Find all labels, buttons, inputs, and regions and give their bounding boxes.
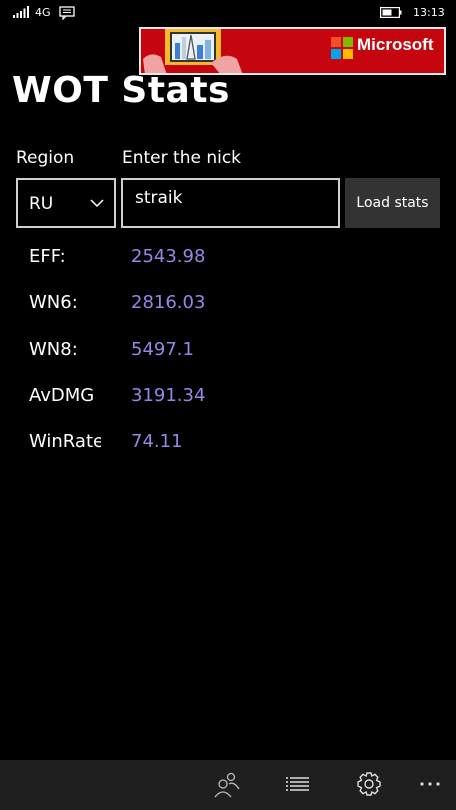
gear-icon[interactable] bbox=[354, 769, 384, 799]
ad-brand-text: Microsoft bbox=[357, 35, 434, 54]
stat-value: 2543.98 bbox=[131, 246, 206, 267]
nick-input[interactable]: straik bbox=[121, 178, 340, 228]
app-bar bbox=[0, 760, 456, 810]
microsoft-logo-icon bbox=[331, 37, 353, 59]
status-bar: 4G 13:13 bbox=[0, 0, 456, 28]
ad-illustration bbox=[143, 29, 243, 73]
nick-label: Enter the nick bbox=[122, 148, 242, 168]
region-selected-value: RU bbox=[29, 194, 54, 214]
users-icon[interactable] bbox=[212, 769, 242, 799]
region-select[interactable]: RU bbox=[16, 178, 116, 228]
nick-input-value: straik bbox=[135, 188, 183, 208]
ad-banner[interactable]: Microsoft bbox=[139, 27, 446, 75]
page-title: WOT Stats bbox=[12, 70, 230, 111]
stat-label: WN8: bbox=[29, 339, 78, 360]
stat-label: EFF: bbox=[29, 246, 66, 267]
stat-value: 5497.1 bbox=[131, 339, 194, 360]
more-icon[interactable] bbox=[416, 769, 446, 799]
battery-icon bbox=[380, 7, 402, 18]
load-stats-button[interactable]: Load stats bbox=[345, 178, 440, 228]
stat-label: WN6: bbox=[29, 292, 78, 313]
stat-label: AvDMG bbox=[29, 385, 95, 406]
list-icon[interactable] bbox=[283, 769, 313, 799]
network-type: 4G bbox=[35, 6, 51, 19]
signal-icon bbox=[13, 6, 29, 18]
region-label: Region bbox=[16, 148, 75, 168]
chevron-down-icon bbox=[90, 199, 104, 208]
stat-value: 2816.03 bbox=[131, 292, 206, 313]
stat-value: 74.11 bbox=[131, 431, 183, 452]
stat-value: 3191.34 bbox=[131, 385, 206, 406]
stat-label: WinRate bbox=[29, 431, 101, 452]
message-icon bbox=[59, 6, 75, 20]
screen: 4G 13:13 Microsoft WOT Stats Region Ente… bbox=[0, 0, 456, 810]
clock: 13:13 bbox=[413, 6, 445, 19]
